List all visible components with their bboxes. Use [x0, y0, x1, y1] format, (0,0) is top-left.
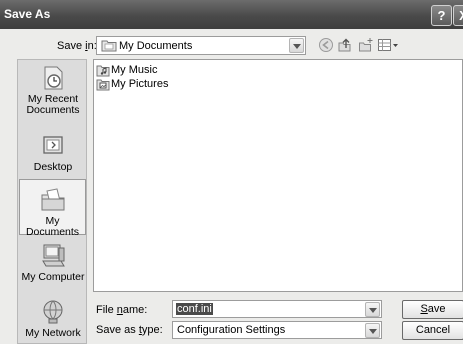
help-icon: ? [437, 8, 446, 23]
help-button[interactable]: ? [431, 5, 452, 26]
save-in-label: Save in: [57, 40, 97, 52]
chevron-down-icon[interactable] [289, 38, 304, 53]
save-as-type-dropdown[interactable]: Configuration Settings [172, 321, 382, 339]
window-title: Save As [4, 7, 51, 21]
new-folder-icon[interactable] [358, 37, 374, 53]
close-button[interactable]: X [453, 5, 463, 26]
place-label: Desktop [33, 161, 73, 173]
views-menu-icon[interactable] [377, 37, 399, 53]
my-computer-icon [39, 242, 67, 270]
music-folder-icon [96, 65, 110, 77]
place-my-documents[interactable]: My Documents [19, 179, 86, 238]
desktop-icon [39, 132, 67, 160]
file-list[interactable]: My Music My Pictures [93, 59, 463, 292]
save-as-type-value: Configuration Settings [177, 324, 286, 336]
chevron-down-icon[interactable] [365, 323, 380, 338]
place-desktop[interactable]: Desktop [18, 132, 88, 173]
places-bar: My Recent Documents Desktop My Documents… [17, 59, 87, 344]
place-label: My Recent Documents [26, 93, 80, 116]
place-label: My Network [25, 327, 81, 339]
place-my-recent-documents[interactable]: My Recent Documents [18, 64, 88, 116]
place-my-computer[interactable]: My Computer [18, 242, 88, 283]
chevron-down-icon[interactable] [365, 302, 380, 317]
up-folder-icon[interactable] [337, 37, 353, 53]
close-icon: X [459, 8, 463, 23]
place-my-network[interactable]: My Network [18, 298, 88, 339]
file-name-label: File name: [96, 304, 148, 316]
file-name-value: conf.ini [176, 303, 213, 315]
pictures-folder-icon [96, 79, 110, 91]
file-name: My Music [111, 64, 158, 76]
my-documents-folder-icon [101, 40, 117, 52]
cancel-button[interactable]: Cancel [402, 321, 463, 340]
save-as-type-label: Save as type: [96, 324, 163, 336]
save-in-value: My Documents [119, 40, 193, 52]
file-name: My Pictures [111, 78, 169, 90]
save-as-dialog: Save As ? X Save in: My Documents [0, 0, 463, 344]
place-label: My Documents [25, 215, 80, 238]
title-bar[interactable]: Save As ? X [0, 0, 463, 29]
my-documents-icon [39, 186, 67, 214]
save-in-dropdown[interactable]: My Documents [96, 36, 306, 55]
recent-documents-icon [39, 64, 67, 92]
save-button[interactable]: Save [402, 300, 463, 319]
place-label: My Computer [21, 271, 85, 283]
back-icon[interactable] [318, 37, 334, 53]
my-network-icon [39, 298, 67, 326]
file-name-input[interactable]: conf.ini [172, 300, 382, 318]
